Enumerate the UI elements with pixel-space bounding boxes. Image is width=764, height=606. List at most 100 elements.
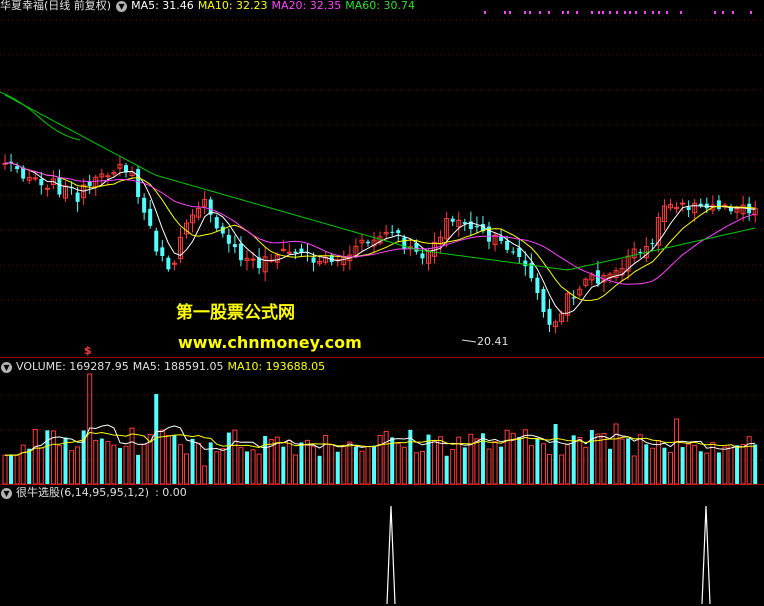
volume-bar-down — [444, 455, 449, 484]
volume-bar-down — [335, 451, 340, 484]
volume-bar-down — [753, 444, 758, 484]
volume-bar-down — [716, 452, 721, 484]
candle-down — [214, 217, 219, 229]
event-tick — [598, 11, 600, 14]
event-tick — [567, 11, 569, 14]
volume-bar-up — [32, 428, 38, 485]
event-tick — [616, 11, 618, 14]
volume-bar-down — [317, 455, 322, 484]
event-tick — [539, 11, 541, 14]
volume-bar-down — [608, 448, 612, 484]
volume-bar-up — [401, 446, 407, 485]
volume-bar-down — [263, 436, 268, 484]
volume-bar-up — [220, 448, 226, 485]
stock-name[interactable]: 华夏幸福(日线 前复权) — [0, 0, 111, 12]
volume-bar-up — [129, 427, 135, 485]
indicator-signal-spike — [386, 505, 396, 605]
volume-bar-up — [710, 441, 716, 485]
candle-down — [142, 197, 147, 213]
candle-down — [686, 207, 691, 210]
volume-bar-up — [141, 444, 147, 485]
candle-up — [680, 202, 686, 205]
volume-bar-up — [105, 440, 111, 485]
volume-bar-up — [740, 444, 746, 485]
volume-bar-up — [474, 438, 480, 485]
candle-down — [541, 289, 546, 313]
volume-bar-up — [419, 450, 425, 485]
volume-bar-up — [704, 452, 710, 485]
ma60-label: MA60: 30.74 — [345, 0, 415, 12]
volume-bar-up — [329, 444, 335, 485]
vol-ma5-label: MA5: 188591.05 — [132, 360, 224, 373]
volume-bar-up — [159, 429, 165, 485]
volume-bar-up — [359, 450, 365, 485]
volume-bar-up — [232, 429, 238, 485]
stock-chart[interactable] — [0, 0, 764, 606]
volume-bar-up — [292, 454, 298, 485]
candle-up — [32, 177, 38, 180]
candle-down — [15, 166, 20, 170]
low-price-label: 20.41 — [477, 335, 509, 348]
candle-down — [39, 178, 44, 186]
volume-bar-up — [56, 445, 62, 485]
volume-bar-up — [583, 446, 589, 485]
chevron-down-icon[interactable]: ▼ — [1, 361, 12, 373]
volume-bar-down — [27, 448, 32, 484]
volume-label: VOLUME: 169287.95 — [16, 360, 129, 373]
volume-bar-up — [196, 442, 202, 485]
candle-down — [571, 297, 576, 299]
watermark-name: 第一股票公式网 — [176, 303, 295, 323]
volume-bar-down — [499, 446, 504, 484]
volume-bar-up — [383, 430, 389, 485]
ma10-label: MA10: 32.23 — [197, 0, 268, 12]
volume-bar-up — [432, 440, 438, 485]
volume-marker: $ — [84, 344, 92, 357]
event-tick — [591, 11, 593, 14]
volume-bar-up — [413, 452, 419, 485]
volume-bar-up — [75, 446, 81, 485]
candle-down — [366, 241, 370, 244]
volume-bar-up — [20, 444, 26, 485]
volume-bar-up — [510, 432, 516, 485]
volume-bar-up — [559, 454, 565, 485]
candle-down — [535, 277, 540, 294]
volume-bar-up — [50, 430, 56, 485]
candle-down — [474, 226, 479, 228]
volume-bar-up — [69, 450, 75, 485]
volume-bar-down — [190, 438, 195, 484]
volume-bar-up — [202, 465, 208, 485]
indicator-value: : 0.00 — [155, 486, 187, 499]
candle-down — [505, 240, 510, 250]
volume-bar-down — [172, 435, 177, 484]
candle-down — [638, 251, 643, 253]
volume-bar-down — [698, 451, 703, 484]
candle-down — [75, 192, 80, 202]
event-tick — [635, 11, 637, 14]
volume-bar-up — [649, 447, 655, 485]
volume-bar-down — [245, 451, 249, 484]
candle-up — [250, 258, 256, 261]
event-tick — [562, 11, 564, 14]
volume-bar-up — [540, 443, 546, 485]
ma5-label: MA5: 31.46 — [131, 0, 194, 12]
event-tick — [658, 11, 660, 14]
event-tick — [732, 11, 734, 14]
volume-bar-down — [63, 437, 68, 484]
candle-down — [136, 169, 141, 197]
volume-bar-up — [214, 451, 220, 485]
volume-bar-down — [353, 446, 358, 484]
event-tick — [680, 11, 682, 14]
volume-bar-up — [468, 433, 474, 485]
chevron-down-icon[interactable]: ▼ — [1, 487, 12, 499]
volume-bar-up — [637, 434, 643, 485]
candle-down — [154, 230, 159, 252]
volume-bar-up — [305, 439, 310, 485]
candle-down — [390, 231, 395, 233]
candle-down — [232, 244, 237, 248]
chevron-down-icon[interactable]: ▼ — [116, 0, 128, 12]
volume-bar-up — [450, 448, 456, 485]
volume-bar-up — [547, 453, 552, 485]
event-tick — [548, 11, 550, 14]
price-legend: 华夏幸福(日线 前复权) ▼ MA5: 31.46 MA10: 32.23 MA20: … — [0, 0, 419, 14]
volume-bar-up — [38, 447, 44, 485]
